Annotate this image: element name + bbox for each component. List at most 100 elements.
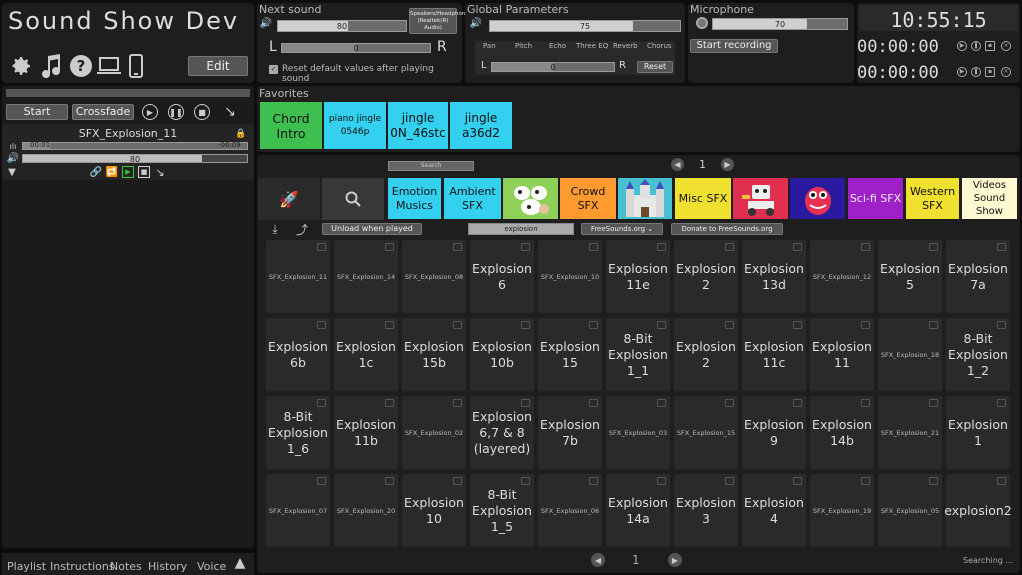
sound-tile[interactable]: Explosion 11e xyxy=(606,240,670,313)
open-external-icon[interactable] xyxy=(657,243,666,251)
bottom-page-next-icon[interactable]: ▶ xyxy=(668,553,682,567)
crossfade-button[interactable]: Crossfade xyxy=(72,104,134,120)
category-monster[interactable] xyxy=(790,178,845,219)
tab-pitch[interactable]: Pitch xyxy=(515,42,532,50)
stop-icon[interactable]: ■ xyxy=(194,104,210,120)
open-external-icon[interactable] xyxy=(385,399,394,407)
open-external-icon[interactable] xyxy=(929,477,938,485)
timer-1-close-icon[interactable]: × xyxy=(1001,41,1011,51)
loop-icon[interactable]: 🔁 xyxy=(106,166,118,178)
track-progress-bar[interactable] xyxy=(22,142,248,150)
search-tab-icon[interactable] xyxy=(322,178,384,220)
sound-tile[interactable]: SFX_Explosion_21 xyxy=(878,396,942,469)
open-external-icon[interactable] xyxy=(861,399,870,407)
browser-mini-search[interactable]: Search xyxy=(388,161,474,171)
sound-tile[interactable]: Explosion 2 xyxy=(674,318,738,391)
sound-tile[interactable]: SFX_Explosion_10 xyxy=(538,240,602,313)
sound-tile[interactable]: 8-Bit Explosion 1_5 xyxy=(470,474,534,547)
favorite-item[interactable]: Chord Intro xyxy=(260,102,322,149)
sound-tile[interactable]: Explosion 6,7 & 8 (layered) xyxy=(470,396,534,469)
open-external-icon[interactable] xyxy=(521,477,530,485)
sound-tile[interactable]: SFX_Explosion_08 xyxy=(402,240,466,313)
mobile-icon[interactable] xyxy=(126,53,146,79)
category-videos-sound-show[interactable]: Videos Sound Show xyxy=(962,178,1017,219)
sound-tile[interactable]: Explosion 14a xyxy=(606,474,670,547)
open-external-icon[interactable] xyxy=(997,477,1006,485)
timer-1-lock-icon[interactable]: ▪ xyxy=(985,41,995,51)
category-scifi-sfx[interactable]: Sci-fi SFX xyxy=(848,178,903,219)
laptop-icon[interactable] xyxy=(96,53,122,79)
sound-tile[interactable]: Explosion 15 xyxy=(538,318,602,391)
expand-up-icon[interactable]: ▲ xyxy=(230,555,250,571)
open-external-icon[interactable] xyxy=(793,321,802,329)
help-icon[interactable]: ? xyxy=(68,53,94,79)
sound-tile[interactable]: Explosion 11 xyxy=(810,318,874,391)
fade-out-icon[interactable]: ↘ xyxy=(222,104,238,120)
category-animals[interactable] xyxy=(503,178,558,219)
stop-small-icon[interactable]: ■ xyxy=(138,166,150,178)
timer-2-play-icon[interactable]: ▶ xyxy=(957,67,967,77)
tab-voice[interactable]: Voice xyxy=(197,560,226,573)
timer-2-pause-icon[interactable]: ❚ xyxy=(971,67,981,77)
sound-tile[interactable]: Explosion 1 xyxy=(946,396,1010,469)
global-reset-button[interactable]: Reset xyxy=(637,61,673,73)
sound-tile[interactable]: Explosion 7a xyxy=(946,240,1010,313)
music-note-icon[interactable] xyxy=(38,53,64,79)
rocket-tab-icon[interactable]: 🚀 xyxy=(258,178,320,220)
sound-tile[interactable]: Explosion 15b xyxy=(402,318,466,391)
open-external-icon[interactable] xyxy=(521,243,530,251)
link-icon[interactable]: 🔗 xyxy=(90,166,102,178)
source-dropdown[interactable]: FreeSounds.org ⌄ xyxy=(581,223,663,235)
tab-echo[interactable]: Echo xyxy=(549,42,566,50)
tab-three-eq[interactable]: Three EQ xyxy=(576,42,608,50)
donate-button[interactable]: Donate to FreeSounds.org xyxy=(671,223,783,235)
sound-tile[interactable]: Explosion 1c xyxy=(334,318,398,391)
category-robots[interactable] xyxy=(733,178,788,219)
open-external-icon[interactable] xyxy=(861,321,870,329)
open-external-icon[interactable] xyxy=(317,321,326,329)
category-castle[interactable] xyxy=(618,178,672,219)
edit-button[interactable]: Edit xyxy=(188,56,248,76)
sound-tile[interactable]: SFX_Explosion_06 xyxy=(538,474,602,547)
search-input[interactable] xyxy=(468,223,574,235)
open-external-icon[interactable] xyxy=(521,399,530,407)
sound-tile[interactable]: SFX_Explosion_15 xyxy=(674,396,738,469)
open-external-icon[interactable] xyxy=(793,477,802,485)
open-external-icon[interactable] xyxy=(385,477,394,485)
open-external-icon[interactable] xyxy=(657,321,666,329)
bottom-page-prev-icon[interactable]: ◀ xyxy=(591,553,605,567)
sound-tile[interactable]: Explosion 5 xyxy=(878,240,942,313)
sound-tile[interactable]: Explosion 2 xyxy=(674,240,738,313)
sound-tile[interactable]: SFX_Explosion_07 xyxy=(266,474,330,547)
sound-tile[interactable]: Explosion 4 xyxy=(742,474,806,547)
sound-tile[interactable]: SFX_Explosion_02 xyxy=(402,396,466,469)
favorite-item[interactable]: jingle a36d2 xyxy=(450,102,512,149)
category-western-sfx[interactable]: Western SFX xyxy=(906,178,959,219)
open-external-icon[interactable] xyxy=(453,399,462,407)
open-external-icon[interactable] xyxy=(861,243,870,251)
page-prev-icon[interactable]: ◀ xyxy=(671,158,684,171)
pan-bar[interactable]: 0 xyxy=(491,62,615,72)
export-icon[interactable]: ⤴ xyxy=(294,222,310,237)
sound-tile[interactable]: 8-Bit Explosion 1_6 xyxy=(266,396,330,469)
open-external-icon[interactable] xyxy=(861,477,870,485)
open-external-icon[interactable] xyxy=(589,243,598,251)
tab-instructions[interactable]: Instructions xyxy=(50,560,115,573)
sound-tile[interactable]: SFX_Explosion_11 xyxy=(266,240,330,313)
open-external-icon[interactable] xyxy=(725,477,734,485)
lock-icon[interactable]: 🔒 xyxy=(235,128,246,139)
open-external-icon[interactable] xyxy=(793,243,802,251)
open-external-icon[interactable] xyxy=(589,321,598,329)
open-external-icon[interactable] xyxy=(453,243,462,251)
open-external-icon[interactable] xyxy=(453,321,462,329)
sound-tile[interactable]: Explosion 7b xyxy=(538,396,602,469)
sound-tile[interactable]: SFX_Explosion_19 xyxy=(810,474,874,547)
sound-tile[interactable]: 8-Bit Explosion 1_1 xyxy=(606,318,670,391)
fade-small-icon[interactable]: ↘ xyxy=(154,166,166,179)
sound-tile[interactable]: Explosion 9 xyxy=(742,396,806,469)
play-green-icon[interactable]: ▶ xyxy=(122,166,134,178)
tab-history[interactable]: History xyxy=(148,560,187,573)
open-external-icon[interactable] xyxy=(657,477,666,485)
open-external-icon[interactable] xyxy=(929,321,938,329)
open-external-icon[interactable] xyxy=(997,243,1006,251)
